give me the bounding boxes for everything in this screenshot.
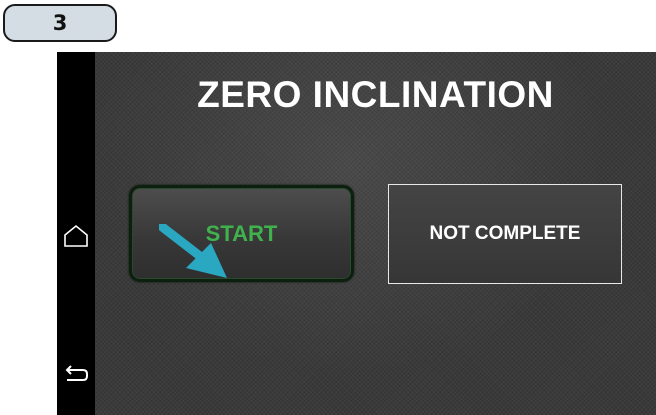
pointer-arrow-icon: [156, 221, 231, 284]
status-label: NOT COMPLETE: [429, 223, 581, 244]
status-indicator: NOT COMPLETE: [388, 184, 622, 284]
back-icon[interactable]: [62, 360, 90, 388]
step-number: 3: [52, 11, 68, 35]
nav-bar: [57, 52, 95, 415]
step-number-badge: 3: [3, 4, 117, 42]
screen-title: ZERO INCLINATION: [197, 74, 554, 115]
device-display: ZERO INCLINATION START NOT COMPLETE: [57, 52, 656, 415]
home-icon[interactable]: [62, 222, 90, 250]
